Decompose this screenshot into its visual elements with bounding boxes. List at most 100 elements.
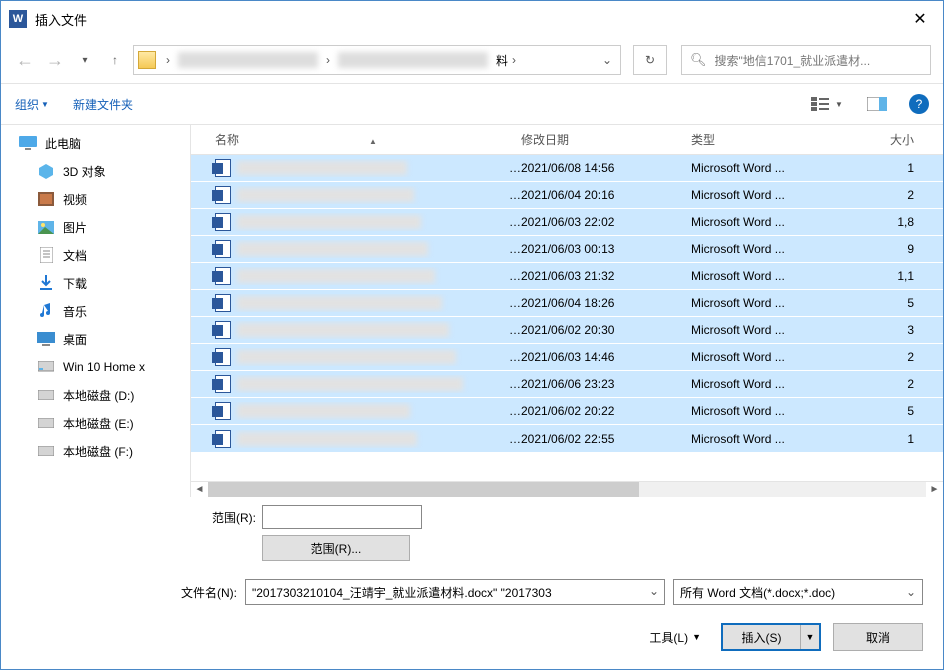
file-name-suffix: …	[509, 350, 521, 364]
sidebar-this-pc[interactable]: 此电脑	[1, 129, 190, 157]
file-row[interactable]: … 2021/06/06 23:23 Microsoft Word ... 2	[191, 371, 943, 398]
insert-button[interactable]: 插入(S)	[723, 625, 801, 649]
file-row[interactable]: … 2021/06/02 22:55 Microsoft Word ... 1	[191, 425, 943, 452]
column-header-date[interactable]: 修改日期	[521, 131, 691, 148]
sidebar-label: 音乐	[63, 303, 87, 320]
address-history-dropdown[interactable]: ⌄	[602, 53, 612, 67]
chevron-right-icon: ›	[512, 53, 516, 67]
file-date: 2021/06/04 18:26	[521, 296, 691, 310]
file-row[interactable]: … 2021/06/02 20:22 Microsoft Word ... 5	[191, 398, 943, 425]
word-doc-icon	[215, 321, 231, 339]
picture-icon	[37, 218, 55, 236]
sidebar-item-pictures[interactable]: 图片	[1, 213, 190, 241]
insert-split-button: 插入(S) ▼	[721, 623, 821, 651]
file-date: 2021/06/02 20:30	[521, 323, 691, 337]
recent-dropdown[interactable]: ▾	[73, 48, 97, 72]
column-header-size[interactable]: 大小	[859, 131, 914, 148]
file-row[interactable]: … 2021/06/04 18:26 Microsoft Word ... 5	[191, 290, 943, 317]
file-row[interactable]: … 2021/06/03 00:13 Microsoft Word ... 9	[191, 236, 943, 263]
sidebar-item-win10[interactable]: Win 10 Home x	[1, 353, 190, 381]
path-segment[interactable]	[338, 52, 488, 68]
refresh-button[interactable]: ↻	[633, 45, 667, 75]
file-type: Microsoft Word ...	[691, 296, 859, 310]
file-size: 5	[859, 296, 914, 310]
view-options-button[interactable]: ▼	[809, 92, 845, 116]
file-date: 2021/06/06 23:23	[521, 377, 691, 391]
file-row[interactable]: … 2021/06/03 14:46 Microsoft Word ... 2	[191, 344, 943, 371]
column-header-name[interactable]: 名称▲	[191, 131, 521, 148]
file-name-blurred	[237, 296, 442, 310]
sidebar-label: 本地磁盘 (D:)	[63, 387, 134, 404]
sidebar-item-drive-d[interactable]: 本地磁盘 (D:)	[1, 381, 190, 409]
file-type: Microsoft Word ...	[691, 432, 859, 446]
sidebar-label: 3D 对象	[63, 163, 106, 180]
sidebar-item-desktop[interactable]: 桌面	[1, 325, 190, 353]
file-size: 1,8	[859, 215, 914, 229]
file-date: 2021/06/03 14:46	[521, 350, 691, 364]
drive-icon	[37, 386, 55, 404]
word-doc-icon	[215, 186, 231, 204]
scroll-right-arrow[interactable]: ►	[926, 484, 943, 495]
sidebar-item-music[interactable]: 音乐	[1, 297, 190, 325]
sort-indicator: ▲	[369, 137, 377, 146]
range-button[interactable]: 范围(R)...	[262, 535, 410, 561]
file-name-blurred	[237, 432, 417, 446]
download-icon	[37, 274, 55, 292]
file-size: 1	[859, 161, 914, 175]
sidebar-item-documents[interactable]: 文档	[1, 241, 190, 269]
file-name-suffix: …	[509, 404, 521, 418]
back-button[interactable]: ←	[13, 48, 37, 72]
horizontal-scrollbar[interactable]: ◄ ►	[191, 481, 943, 497]
range-label: 范围(R):	[198, 509, 256, 526]
word-doc-icon	[215, 240, 231, 258]
filename-label: 文件名(N):	[181, 584, 237, 601]
sidebar-item-downloads[interactable]: 下载	[1, 269, 190, 297]
file-name-blurred	[237, 377, 463, 391]
file-row[interactable]: … 2021/06/08 14:56 Microsoft Word ... 1	[191, 155, 943, 182]
address-bar[interactable]: › › 料 › ⌄	[133, 45, 621, 75]
titlebar: W 插入文件 ✕	[1, 1, 943, 37]
file-name-blurred	[237, 404, 410, 418]
sidebar-item-drive-f[interactable]: 本地磁盘 (F:)	[1, 437, 190, 465]
toolbar: 组织▼ 新建文件夹 ▼ ?	[1, 83, 943, 125]
filename-dropdown[interactable]: ⌄	[649, 584, 659, 598]
file-type: Microsoft Word ...	[691, 404, 859, 418]
drive-icon	[37, 414, 55, 432]
filename-input[interactable]	[245, 579, 665, 605]
word-doc-icon	[215, 402, 231, 420]
pc-icon	[19, 134, 37, 152]
file-row[interactable]: … 2021/06/02 20:30 Microsoft Word ... 3	[191, 317, 943, 344]
file-row[interactable]: … 2021/06/03 22:02 Microsoft Word ... 1,…	[191, 209, 943, 236]
sidebar-label: 本地磁盘 (F:)	[63, 443, 133, 460]
sidebar-item-3d[interactable]: 3D 对象	[1, 157, 190, 185]
chevron-down-icon: ⌄	[906, 585, 916, 599]
sidebar-label: Win 10 Home x	[63, 360, 145, 374]
help-button[interactable]: ?	[909, 94, 929, 114]
path-segment[interactable]	[178, 52, 318, 68]
organize-menu[interactable]: 组织▼	[15, 96, 49, 113]
up-button[interactable]: ↑	[103, 48, 127, 72]
file-size: 1	[859, 432, 914, 446]
column-header-type[interactable]: 类型	[691, 131, 859, 148]
scroll-thumb[interactable]	[208, 482, 639, 498]
cancel-button[interactable]: 取消	[833, 623, 923, 651]
insert-dropdown[interactable]: ▼	[801, 625, 819, 649]
file-name-suffix: …	[509, 432, 521, 446]
sidebar-label: 下载	[63, 275, 87, 292]
file-type: Microsoft Word ...	[691, 161, 859, 175]
tools-menu[interactable]: 工具(L) ▼	[649, 629, 701, 646]
range-input[interactable]	[262, 505, 422, 529]
scroll-left-arrow[interactable]: ◄	[191, 484, 208, 495]
search-input[interactable]: 🔍︎ 搜索"地信1701_就业派遣材...	[681, 45, 931, 75]
preview-pane-button[interactable]	[859, 92, 895, 116]
sidebar-item-drive-e[interactable]: 本地磁盘 (E:)	[1, 409, 190, 437]
filetype-filter[interactable]: 所有 Word 文档(*.docx;*.doc) ⌄	[673, 579, 923, 605]
sidebar-label: 文档	[63, 247, 87, 264]
sidebar-item-video[interactable]: 视频	[1, 185, 190, 213]
file-row[interactable]: … 2021/06/04 20:16 Microsoft Word ... 2	[191, 182, 943, 209]
file-row[interactable]: … 2021/06/03 21:32 Microsoft Word ... 1,…	[191, 263, 943, 290]
sidebar-label: 视频	[63, 191, 87, 208]
new-folder-button[interactable]: 新建文件夹	[73, 96, 133, 113]
close-button[interactable]: ✕	[897, 3, 943, 35]
forward-button[interactable]: →	[43, 48, 67, 72]
